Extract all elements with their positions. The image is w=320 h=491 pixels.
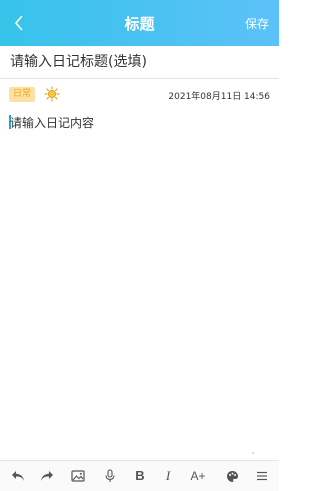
italic-icon: I: [165, 468, 171, 483]
italic-button[interactable]: I: [158, 467, 178, 485]
category-tag[interactable]: 日常: [9, 87, 36, 102]
scroll-indicator-dot: [252, 452, 254, 454]
diary-title-input[interactable]: [0, 46, 279, 78]
weather-button[interactable]: [44, 86, 60, 102]
sun-icon: [44, 86, 60, 102]
redo-button[interactable]: [37, 467, 57, 485]
diary-content-editor[interactable]: 请输入日记内容: [0, 110, 279, 450]
editor-toolbar: B I A+: [0, 460, 279, 491]
voice-input-button[interactable]: [100, 467, 120, 485]
bold-button[interactable]: B: [130, 467, 150, 485]
image-icon: [71, 470, 85, 482]
font-size-icon: A+: [190, 469, 206, 483]
redo-icon: [41, 471, 53, 481]
undo-button[interactable]: [8, 467, 28, 485]
microphone-icon: [105, 469, 115, 482]
font-size-button[interactable]: A+: [188, 467, 208, 485]
save-button[interactable]: 保存: [245, 15, 269, 32]
text-color-button[interactable]: [222, 467, 242, 485]
bold-icon: B: [135, 468, 145, 483]
back-button[interactable]: [8, 11, 30, 35]
palette-icon: [226, 470, 238, 482]
app-header: 标题 保存: [0, 0, 279, 46]
diary-title-field: [0, 46, 279, 79]
diary-content-placeholder: 请输入日记内容: [10, 116, 95, 130]
diary-meta-row: 日常 2021年08月11日 14:56: [0, 84, 279, 104]
menu-icon: [257, 471, 267, 481]
more-options-button[interactable]: [252, 467, 272, 485]
undo-icon: [12, 471, 24, 481]
chevron-left-icon: [14, 15, 23, 31]
page-title: 标题: [124, 15, 155, 33]
diary-datetime: 2021年08月11日 14:56: [168, 92, 270, 102]
insert-image-button[interactable]: [68, 467, 88, 485]
